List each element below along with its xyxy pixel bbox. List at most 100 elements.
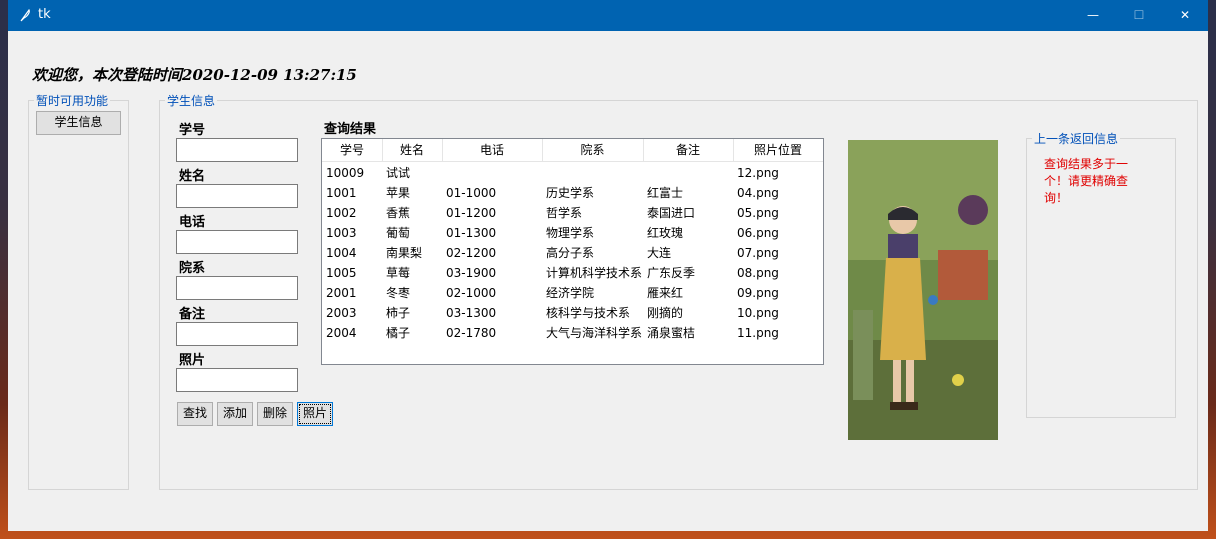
cell-phone: 01-1200 bbox=[446, 206, 497, 220]
column-header-photo-location[interactable]: 照片位置 bbox=[733, 139, 823, 161]
table-row[interactable]: 2004 橘子 02-1780 大气与海洋科学系 涌泉蜜桔 11.png bbox=[322, 323, 823, 343]
feather-icon bbox=[20, 8, 30, 22]
field-label-name: 姓名 bbox=[179, 169, 206, 184]
cell-department: 物理学系 bbox=[546, 226, 595, 240]
cell-phone: 02-1200 bbox=[446, 246, 497, 260]
cell-department: 历史学系 bbox=[546, 186, 595, 200]
cell-note: 广东反季 bbox=[647, 266, 696, 280]
student-info-button[interactable]: 学生信息 bbox=[36, 111, 121, 135]
name-input[interactable] bbox=[176, 184, 298, 208]
cell-phone: 02-1000 bbox=[446, 286, 497, 300]
cell-note bbox=[643, 163, 733, 183]
column-header-note[interactable]: 备注 bbox=[643, 139, 734, 161]
cell-department: 计算机科学技术系 bbox=[546, 266, 643, 280]
table-row[interactable]: 1001 苹果 01-1000 历史学系 红富士 04.png bbox=[322, 183, 823, 203]
cell-name: 橘子 bbox=[386, 326, 411, 340]
app-window: tk — ☐ ✕ 欢迎您，本次登陆时间2020-12-09 13:27:15 暂… bbox=[8, 0, 1208, 531]
cell-name: 冬枣 bbox=[386, 286, 411, 300]
cell-id: 1002 bbox=[326, 206, 357, 220]
results-title: 查询结果 bbox=[324, 122, 377, 137]
department-input[interactable] bbox=[176, 276, 298, 300]
field-label-phone: 电话 bbox=[179, 215, 206, 230]
field-label-id: 学号 bbox=[179, 123, 206, 138]
column-header-phone[interactable]: 电话 bbox=[442, 139, 543, 161]
table-row[interactable]: 2001 冬枣 02-1000 经济学院 雁来红 09.png bbox=[322, 283, 823, 303]
cell-department: 哲学系 bbox=[546, 206, 583, 220]
last-info-frame-title: 上一条返回信息 bbox=[1032, 130, 1121, 147]
cell-photo-location: 10.png bbox=[737, 306, 779, 320]
column-header-name[interactable]: 姓名 bbox=[382, 139, 443, 161]
cell-id: 1004 bbox=[326, 246, 357, 260]
cell-note: 泰国进口 bbox=[647, 206, 696, 220]
cell-id: 10009 bbox=[326, 166, 365, 180]
cell-phone: 03-1900 bbox=[446, 266, 497, 280]
cell-phone: 01-1000 bbox=[446, 186, 497, 200]
cell-note: 雁来红 bbox=[647, 286, 684, 300]
cell-note: 红富士 bbox=[647, 186, 684, 200]
phone-input[interactable] bbox=[176, 230, 298, 254]
close-button[interactable]: ✕ bbox=[1162, 0, 1208, 31]
table-row[interactable]: 1004 南果梨 02-1200 高分子系 大连 07.png bbox=[322, 243, 823, 263]
title-bar[interactable]: tk — ☐ ✕ bbox=[8, 0, 1208, 31]
cell-name: 柿子 bbox=[386, 306, 411, 320]
cell-department: 大气与海洋科学系 bbox=[546, 326, 643, 340]
cell-photo-location: 07.png bbox=[737, 246, 779, 260]
cell-photo-location: 09.png bbox=[737, 286, 779, 300]
cell-id: 1003 bbox=[326, 226, 357, 240]
table-row[interactable]: 2003 柿子 03-1300 核科学与技术系 刚摘的 10.png bbox=[322, 303, 823, 323]
functions-frame-title: 暂时可用功能 bbox=[34, 92, 111, 109]
field-label-note: 备注 bbox=[179, 307, 206, 322]
last-info-message: 查询结果多于一个！请更精确查询！ bbox=[1044, 157, 1129, 205]
note-input[interactable] bbox=[176, 322, 298, 346]
photo-input[interactable] bbox=[176, 368, 298, 392]
cell-id: 1005 bbox=[326, 266, 357, 280]
cell-name: 试试 bbox=[386, 166, 411, 180]
cell-id: 2003 bbox=[326, 306, 357, 320]
cell-note: 涌泉蜜桔 bbox=[647, 326, 696, 340]
student-photo bbox=[848, 140, 998, 440]
field-label-photo: 照片 bbox=[179, 353, 206, 368]
cell-id: 2001 bbox=[326, 286, 357, 300]
functions-frame bbox=[28, 100, 129, 490]
cell-photo-location: 12.png bbox=[737, 166, 779, 180]
table-row[interactable]: 1005 草莓 03-1900 计算机科学技术系 广东反季 08.png bbox=[322, 263, 823, 283]
cell-id: 1001 bbox=[326, 186, 357, 200]
window-title: tk bbox=[38, 7, 51, 22]
add-button[interactable]: 添加 bbox=[217, 402, 253, 426]
cell-department bbox=[542, 163, 643, 183]
cell-phone: 02-1780 bbox=[446, 326, 497, 340]
maximize-button[interactable]: ☐ bbox=[1116, 0, 1162, 31]
results-table[interactable]: 学号 姓名 电话 院系 备注 照片位置 10009 试试 12.png 1001 苹果 0… bbox=[321, 138, 824, 365]
cell-name: 南果梨 bbox=[386, 246, 423, 260]
cell-photo-location: 06.png bbox=[737, 226, 779, 240]
welcome-message: 欢迎您，本次登陆时间2020-12-09 13:27:15 bbox=[32, 66, 357, 84]
cell-photo-location: 08.png bbox=[737, 266, 779, 280]
cell-phone bbox=[442, 163, 542, 183]
cell-department: 经济学院 bbox=[546, 286, 595, 300]
cell-photo-location: 04.png bbox=[737, 186, 779, 200]
cell-name: 葡萄 bbox=[386, 226, 411, 240]
field-label-department: 院系 bbox=[179, 261, 206, 276]
cell-name: 香蕉 bbox=[386, 206, 411, 220]
minimize-button[interactable]: — bbox=[1070, 0, 1116, 31]
cell-department: 高分子系 bbox=[546, 246, 595, 260]
cell-department: 核科学与技术系 bbox=[546, 306, 631, 320]
column-header-id[interactable]: 学号 bbox=[322, 139, 383, 161]
id-input[interactable] bbox=[176, 138, 298, 162]
cell-name: 草莓 bbox=[386, 266, 411, 280]
table-row[interactable]: 1002 香蕉 01-1200 哲学系 泰国进口 05.png bbox=[322, 203, 823, 223]
table-row[interactable]: 10009 试试 12.png bbox=[322, 163, 823, 183]
delete-button[interactable]: 删除 bbox=[257, 402, 293, 426]
cell-note: 刚摘的 bbox=[647, 306, 684, 320]
cell-note: 大连 bbox=[647, 246, 672, 260]
cell-photo-location: 05.png bbox=[737, 206, 779, 220]
column-header-department[interactable]: 院系 bbox=[542, 139, 644, 161]
cell-note: 红玫瑰 bbox=[647, 226, 684, 240]
search-button[interactable]: 查找 bbox=[177, 402, 213, 426]
photo-button[interactable]: 照片 bbox=[297, 402, 333, 426]
cell-phone: 01-1300 bbox=[446, 226, 497, 240]
results-header: 学号 姓名 电话 院系 备注 照片位置 bbox=[322, 139, 823, 162]
student-info-frame-title: 学生信息 bbox=[165, 92, 218, 109]
table-row[interactable]: 1003 葡萄 01-1300 物理学系 红玫瑰 06.png bbox=[322, 223, 823, 243]
cell-phone: 03-1300 bbox=[446, 306, 497, 320]
